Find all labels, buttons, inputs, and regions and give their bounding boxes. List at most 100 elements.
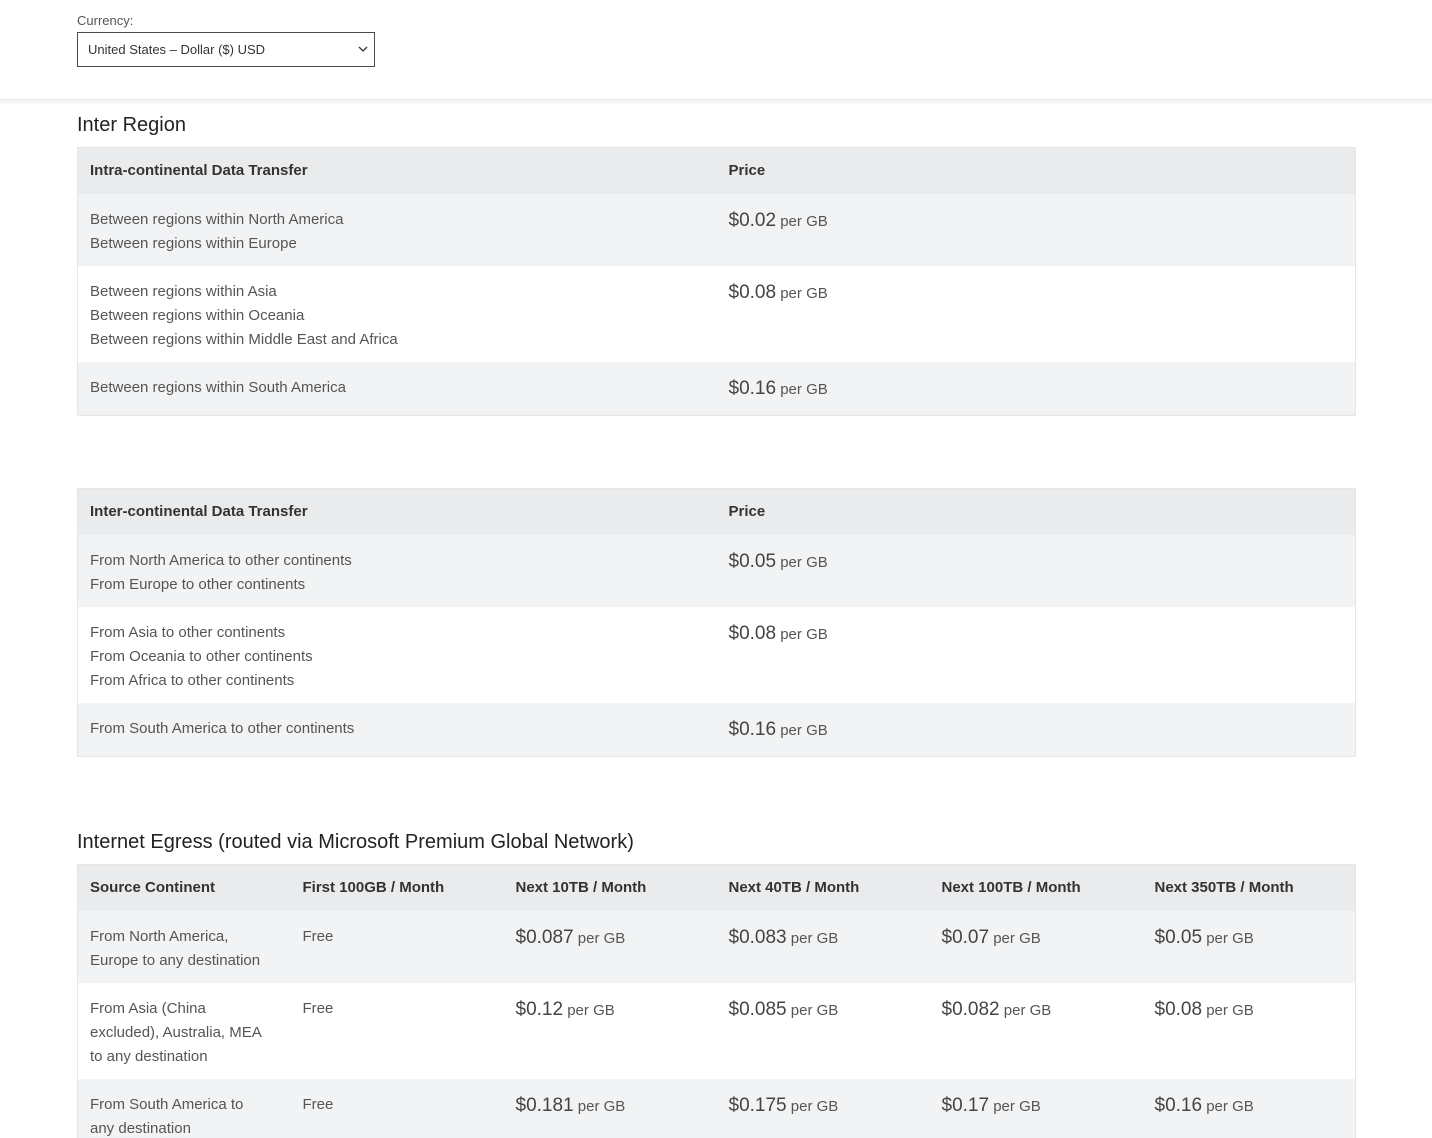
price-cell: $0.16 per GB: [716, 702, 1356, 757]
source-text: to any destination: [90, 1047, 208, 1065]
table-row: From Asia (China excluded), Australia, M…: [77, 982, 1356, 1079]
price-cell: $0.08 per GB: [716, 606, 1356, 703]
price-unit: per GB: [577, 929, 626, 947]
price-amount: $0.16: [728, 377, 777, 399]
column-header: Intra-continental Data Transfer: [77, 147, 717, 194]
source-cell: From South America to any destination: [77, 1078, 291, 1138]
currency-bar: Currency: United States – Dollar ($) USD: [0, 0, 1432, 100]
source-text: From Asia (China: [90, 999, 206, 1017]
table-header-row: Intra-continental Data Transfer Price: [77, 147, 1356, 194]
column-header: Price: [716, 488, 1356, 535]
free-label: Free: [302, 999, 334, 1017]
region-cell: Between regions within South America: [77, 361, 717, 416]
currency-label: Currency:: [77, 13, 134, 28]
table-row: From North America, Europe to any destin…: [77, 910, 1356, 983]
price-amount: $0.17: [941, 1094, 990, 1116]
inter-continental-table: Inter-continental Data Transfer Price Fr…: [77, 488, 1356, 757]
price-unit: per GB: [780, 625, 828, 643]
section-title-inter-region: Inter Region: [77, 114, 186, 136]
free-label: Free: [302, 927, 334, 945]
price-amount: $0.05: [728, 550, 777, 572]
region-text: Between regions within South America: [90, 378, 346, 396]
section-title-internet-egress: Internet Egress (routed via Microsoft Pr…: [77, 831, 634, 853]
price-unit: per GB: [567, 1001, 615, 1019]
price-cell: $0.02 per GB: [716, 193, 1356, 266]
price-unit: per GB: [780, 380, 828, 398]
region-text: Between regions within Europe: [90, 234, 297, 252]
price-cell: $0.05 per GB: [1142, 910, 1356, 983]
price-unit: per GB: [1206, 1097, 1254, 1115]
price-unit: per GB: [1206, 929, 1254, 947]
chevron-down-icon: [358, 46, 368, 52]
region-cell: From Asia to other continents From Ocean…: [77, 606, 717, 703]
source-cell: From North America, Europe to any destin…: [77, 910, 291, 983]
price-amount: $0.083: [728, 926, 787, 948]
table-header-row: Source Continent First 100GB / Month Nex…: [77, 864, 1356, 911]
price-cell: $0.181 per GB: [503, 1078, 717, 1138]
column-header: Next 40TB / Month: [716, 864, 930, 911]
region-text: From North America to other continents: [90, 551, 352, 569]
price-amount: $0.02: [728, 209, 777, 231]
column-header: Price: [716, 147, 1356, 194]
price-amount: $0.05: [1154, 926, 1203, 948]
region-cell: From North America to other continents F…: [77, 534, 717, 607]
region-text: Between regions within North America: [90, 210, 344, 228]
price-amount: $0.175: [728, 1094, 787, 1116]
price-unit: per GB: [790, 1001, 839, 1019]
price-amount: $0.07: [941, 926, 990, 948]
column-header: Inter-continental Data Transfer: [77, 488, 717, 535]
price-amount: $0.08: [728, 281, 777, 303]
price-amount: $0.082: [941, 998, 1000, 1020]
price-unit: per GB: [780, 212, 828, 230]
table-row: Between regions within South America $0.…: [77, 361, 1356, 416]
price-cell: $0.083 per GB: [716, 910, 930, 983]
price-amount: $0.16: [728, 718, 777, 740]
source-text: excluded), Australia, MEA: [90, 1023, 262, 1041]
region-text: From Africa to other continents: [90, 671, 295, 689]
first-tier-cell: Free: [290, 910, 504, 983]
price-cell: $0.07 per GB: [929, 910, 1143, 983]
price-cell: $0.16 per GB: [716, 361, 1356, 416]
table-row: From North America to other continents F…: [77, 534, 1356, 607]
source-text: From North America,: [90, 927, 229, 945]
price-cell: $0.085 per GB: [716, 982, 930, 1079]
table-header-row: Inter-continental Data Transfer Price: [77, 488, 1356, 535]
currency-selected-value: United States – Dollar ($) USD: [88, 42, 266, 57]
table-row: From South America to any destination Fr…: [77, 1078, 1356, 1138]
price-unit: per GB: [993, 929, 1041, 947]
currency-select[interactable]: United States – Dollar ($) USD: [77, 32, 375, 67]
region-cell: Between regions within North America Bet…: [77, 193, 717, 266]
price-unit: per GB: [790, 929, 839, 947]
price-cell: $0.08 per GB: [1142, 982, 1356, 1079]
column-header: Next 100TB / Month: [929, 864, 1143, 911]
column-header: Next 350TB / Month: [1142, 864, 1356, 911]
price-cell: $0.175 per GB: [716, 1078, 930, 1138]
region-text: From Asia to other continents: [90, 623, 286, 641]
price-cell: $0.17 per GB: [929, 1078, 1143, 1138]
column-header: Source Continent: [77, 864, 291, 911]
first-tier-cell: Free: [290, 982, 504, 1079]
region-cell: Between regions within Asia Between regi…: [77, 265, 717, 362]
price-cell: $0.16 per GB: [1142, 1078, 1356, 1138]
price-unit: per GB: [790, 1097, 839, 1115]
region-text: From Oceania to other continents: [90, 647, 313, 665]
region-text: Between regions within Asia: [90, 282, 277, 300]
region-text: From South America to other continents: [90, 719, 355, 737]
price-unit: per GB: [1206, 1001, 1254, 1019]
price-cell: $0.05 per GB: [716, 534, 1356, 607]
first-tier-cell: Free: [290, 1078, 504, 1138]
source-cell: From Asia (China excluded), Australia, M…: [77, 982, 291, 1079]
intra-continental-table: Intra-continental Data Transfer Price Be…: [77, 147, 1356, 416]
region-text: Between regions within Oceania: [90, 306, 305, 324]
price-cell: $0.087 per GB: [503, 910, 717, 983]
price-amount: $0.12: [515, 998, 564, 1020]
price-unit: per GB: [780, 553, 828, 571]
price-amount: $0.087: [515, 926, 574, 948]
source-text: From South America to: [90, 1095, 244, 1113]
column-header: Next 10TB / Month: [503, 864, 717, 911]
table-row: Between regions within North America Bet…: [77, 193, 1356, 266]
price-cell: $0.12 per GB: [503, 982, 717, 1079]
price-unit: per GB: [780, 284, 828, 302]
price-unit: per GB: [993, 1097, 1041, 1115]
price-amount: $0.08: [728, 622, 777, 644]
